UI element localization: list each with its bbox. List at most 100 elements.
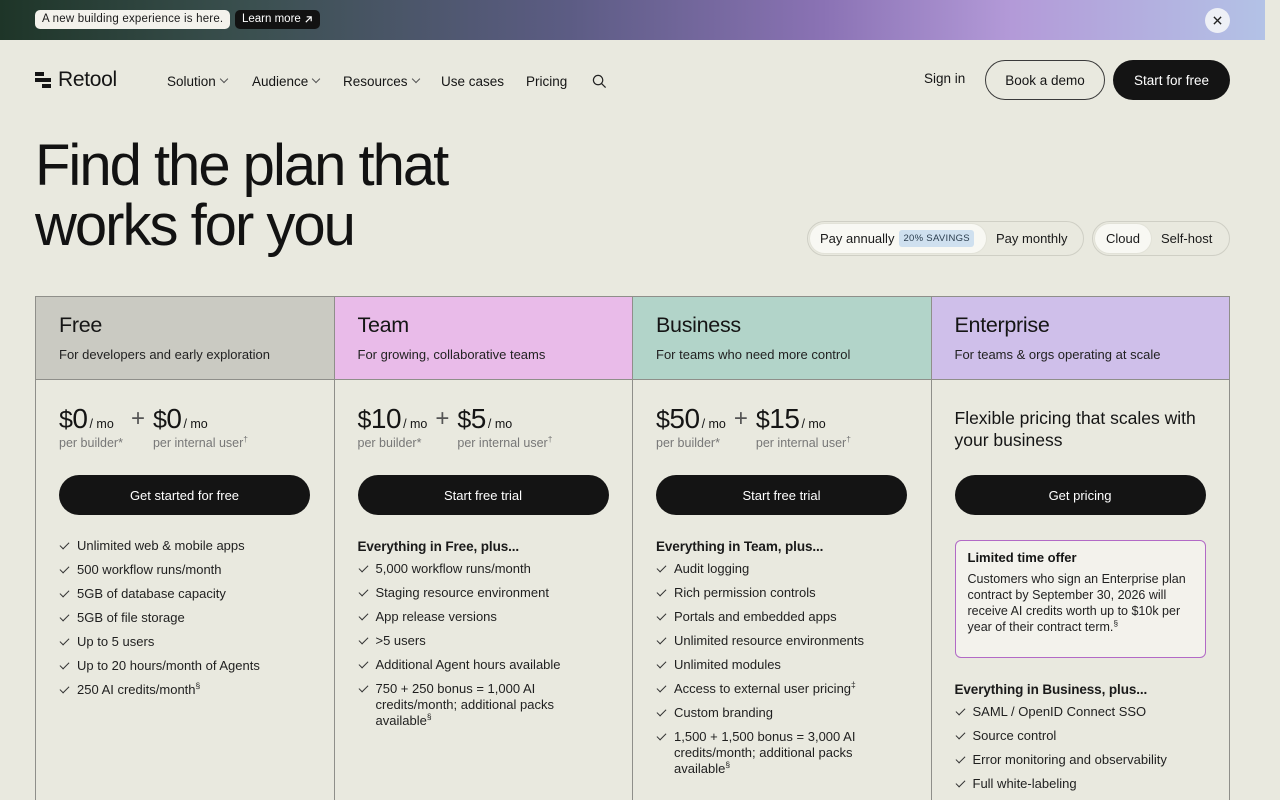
feature-item: >5 users (358, 633, 613, 649)
feature-item: Portals and embedded apps (656, 609, 911, 625)
arrow-up-right-icon (305, 16, 312, 23)
learn-more-link[interactable]: Learn more (235, 10, 320, 29)
pay-annually-option[interactable]: Pay annually 20% SAVINGS (810, 224, 986, 253)
nav-use-cases-label: Use cases (441, 73, 505, 89)
nav-resources[interactable]: Resources (343, 72, 441, 90)
feature-text: 750 + 250 bonus = 1,000 AI credits/month… (375, 681, 554, 728)
check-icon (656, 681, 674, 697)
get-pricing-button[interactable]: Get pricing (954, 475, 1206, 515)
feature-item: 5GB of file storage (59, 610, 314, 626)
feature-text: Additional Agent hours available (375, 657, 561, 672)
check-icon (955, 728, 973, 744)
feature-list: Everything in Team, plus... Audit loggin… (656, 539, 911, 785)
feature-text: 500 workflow runs/month (77, 562, 222, 577)
builder-price: $10 / mo per builder* (358, 403, 428, 450)
announcement-message: A new building experience is here. (35, 10, 231, 29)
self-host-option[interactable]: Self-host (1151, 224, 1222, 253)
feature-item: Rich permission controls (656, 585, 911, 601)
features-heading: Everything in Business, plus... (954, 682, 1148, 697)
feature-text: 250 AI credits/month (77, 682, 196, 697)
logo-text: Retool (58, 68, 117, 91)
check-icon (59, 610, 77, 626)
feature-items: 5,000 workflow runs/month Staging resourc… (358, 561, 613, 729)
limited-offer-box: Limited time offer Customers who sign an… (954, 540, 1206, 658)
currency-symbol: $ (357, 406, 372, 434)
nav-use-cases[interactable]: Use cases (441, 72, 526, 90)
cloud-option[interactable]: Cloud (1095, 224, 1151, 253)
feature-items: Audit logging Rich permission controls Por… (656, 561, 911, 777)
feature-text: 5,000 workflow runs/month (375, 561, 531, 576)
plan-header-team: Team For growing, collaborative teams (334, 297, 632, 380)
check-icon (656, 633, 674, 649)
feature-text: Full white-labeling (972, 776, 1077, 791)
builder-price: $0 / mo per builder* (59, 403, 123, 450)
check-icon (358, 561, 376, 577)
plus-sign: + (733, 405, 748, 432)
feature-item: SAML / OpenID Connect SSO (955, 704, 1210, 720)
nav-resources-label: Resources (343, 73, 408, 89)
check-icon (656, 705, 674, 721)
feature-text: SAML / OpenID Connect SSO (972, 704, 1147, 719)
user-price-value: 0 (166, 403, 182, 434)
page-title-line1: Find the plan that (35, 133, 449, 198)
chevron-down-icon (411, 74, 420, 84)
builder-price: $50 / mo per builder* (656, 403, 726, 450)
retool-logo[interactable]: Retool (35, 68, 117, 92)
user-price: $5 / mo per internal user† (457, 403, 552, 450)
builder-price-amount: $10 (358, 403, 402, 435)
feature-item: Access to external user pricing‡ (656, 680, 911, 697)
builder-label: per builder* (656, 436, 720, 450)
footnote-mark: † (243, 433, 249, 444)
nav-pricing-label: Pricing (526, 73, 568, 89)
user-price-value: 5 (470, 403, 487, 434)
user-label: per internal user† (457, 435, 552, 450)
feature-items: SAML / OpenID Connect SSO Source control E… (955, 704, 1210, 792)
feature-item: 750 + 250 bonus = 1,000 AI credits/month… (358, 681, 613, 729)
plan-subtitle: For teams & orgs operating at scale (954, 347, 1161, 362)
user-price: $0 / mo per internal user† (153, 403, 248, 450)
check-icon (59, 682, 77, 698)
check-icon (358, 633, 376, 649)
feature-text: Source control (972, 728, 1057, 743)
plan-card-free: Free For developers and early exploratio… (36, 297, 335, 800)
check-icon (656, 561, 674, 577)
user-label-text: per internal user (755, 436, 847, 450)
feature-text: Portals and embedded apps (674, 609, 837, 624)
book-demo-button[interactable]: Book a demo (985, 60, 1105, 100)
footnote-mark: † (846, 433, 851, 444)
search-icon (592, 74, 607, 89)
nav-solution[interactable]: Solution (167, 72, 252, 90)
currency-symbol: $ (457, 406, 471, 434)
sign-in-link[interactable]: Sign in (924, 71, 965, 86)
check-icon (656, 609, 674, 625)
feature-item: 500 workflow runs/month (59, 562, 314, 578)
start-free-button[interactable]: Start for free (1113, 60, 1230, 100)
plan-subtitle: For developers and early exploration (59, 347, 271, 362)
user-label: per internal user† (153, 433, 249, 450)
get-started-free-button[interactable]: Get started for free (59, 475, 310, 515)
footnote-mark: § (426, 711, 432, 722)
plan-name: Business (656, 313, 741, 337)
feature-item: Custom branding (656, 705, 911, 721)
plan-name: Team (357, 313, 410, 337)
nav-audience[interactable]: Audience (252, 72, 343, 90)
pay-monthly-option[interactable]: Pay monthly (986, 224, 1078, 253)
price-row: $0 / mo per builder* + $0 / mo per inter… (59, 403, 248, 450)
nav-pricing[interactable]: Pricing (526, 72, 586, 90)
feature-text: Staging resource environment (375, 585, 549, 600)
banner-close-button[interactable] (1205, 8, 1230, 33)
page-title-line2: works for you (35, 193, 356, 258)
feature-item: Up to 5 users (59, 634, 314, 650)
savings-badge: 20% SAVINGS (899, 230, 974, 247)
feature-text: Unlimited web & mobile apps (77, 538, 245, 553)
plan-header-free: Free For developers and early exploratio… (36, 297, 334, 380)
business-start-trial-button[interactable]: Start free trial (656, 475, 907, 515)
team-start-trial-button[interactable]: Start free trial (357, 475, 609, 515)
nav-search-button[interactable] (592, 74, 607, 94)
check-icon (955, 752, 973, 768)
check-icon (59, 586, 77, 602)
feature-item: 5,000 workflow runs/month (358, 561, 613, 577)
check-icon (358, 609, 376, 625)
price-row: $50 / mo per builder* + $15 / mo per int… (656, 403, 851, 450)
plan-card-team: Team For growing, collaborative teams $1… (334, 297, 633, 800)
